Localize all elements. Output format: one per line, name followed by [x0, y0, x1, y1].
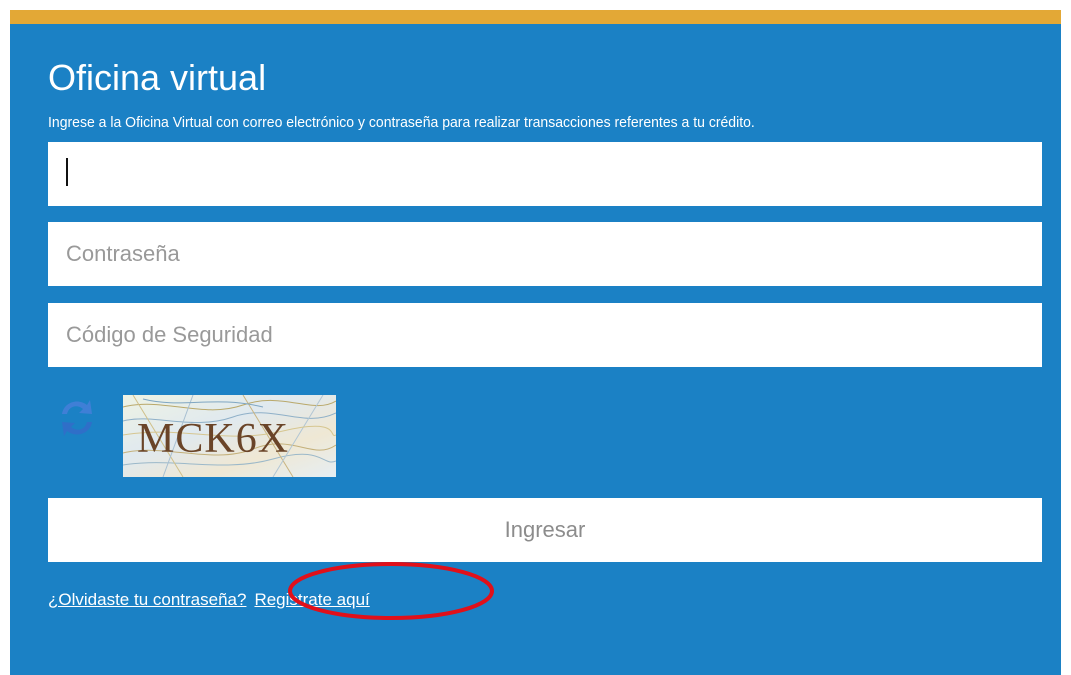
password-field[interactable] [48, 222, 1042, 286]
login-panel: Oficina virtual Ingrese a la Oficina Vir… [10, 10, 1061, 675]
captcha-image: MCK6X [123, 395, 336, 477]
page-background: Oficina virtual Ingrese a la Oficina Vir… [0, 0, 1071, 675]
top-accent-strip [10, 10, 1061, 24]
text-cursor [66, 158, 68, 186]
forgot-password-link[interactable]: ¿Olvidaste tu contraseña? [48, 590, 246, 609]
auth-links: ¿Olvidaste tu contraseña? Registrate aquí [48, 589, 370, 611]
login-instructions: Ingrese a la Oficina Virtual con correo … [48, 114, 755, 131]
register-link[interactable]: Registrate aquí [254, 590, 369, 609]
refresh-captcha-icon[interactable] [54, 392, 100, 444]
captcha-text: MCK6X [137, 416, 290, 462]
page-title: Oficina virtual [48, 57, 267, 98]
security-code-field[interactable] [48, 303, 1042, 367]
submit-button[interactable]: Ingresar [48, 498, 1042, 562]
email-field[interactable] [48, 142, 1042, 206]
